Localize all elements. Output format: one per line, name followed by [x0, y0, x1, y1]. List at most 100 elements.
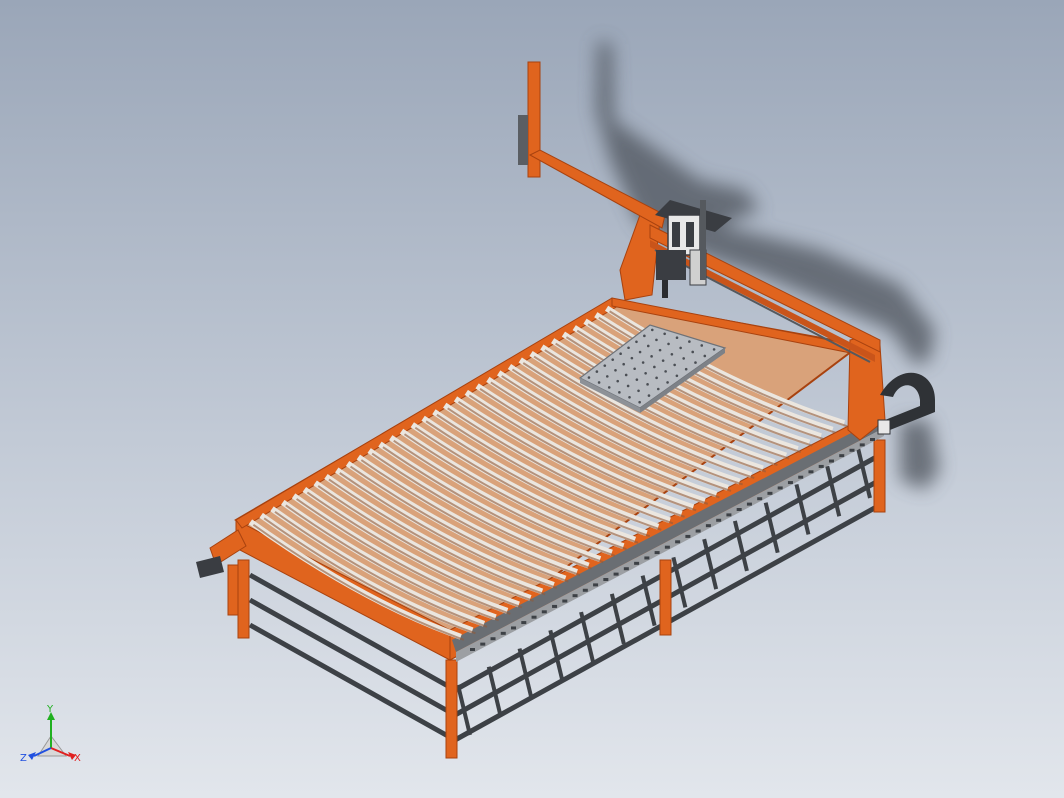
plate-hole [700, 344, 704, 347]
y-axis-label: Y [46, 704, 54, 715]
rack-tooth [552, 604, 558, 608]
rack-tooth [675, 540, 681, 544]
plate-hole [633, 367, 636, 371]
rack-tooth [839, 454, 845, 458]
plate-hole [666, 381, 669, 384]
plate-hole [656, 387, 660, 391]
plate-hole [691, 350, 695, 354]
plate-hole [603, 364, 607, 367]
plate-hole [675, 336, 679, 339]
z-axis-label: Z [20, 753, 27, 764]
plate-hole [595, 370, 599, 373]
plate-hole [650, 355, 653, 358]
rack-tooth [787, 481, 793, 485]
rack-tooth [521, 621, 527, 625]
plate-hole [638, 400, 641, 404]
rack-tooth [531, 615, 537, 619]
rack-tooth [623, 567, 629, 571]
rack-tooth [511, 626, 517, 630]
rack-tooth [541, 610, 547, 614]
rack-tooth [798, 475, 804, 479]
plate-hole [647, 394, 651, 397]
rack-tooth [613, 572, 619, 576]
plate-hole [643, 334, 646, 338]
plate-hole [653, 365, 656, 369]
plate-hole [658, 348, 662, 352]
plate-hole [644, 372, 647, 375]
rack-tooth [777, 486, 783, 490]
plate-hole [703, 354, 707, 358]
plate-hole [641, 361, 645, 364]
plate-hole [627, 346, 630, 350]
rack-tooth [685, 534, 691, 538]
rack-tooth [808, 470, 814, 474]
rack-tooth [870, 438, 875, 441]
rack-tooth [859, 443, 865, 447]
plate-hole [635, 340, 638, 344]
rack-tooth [490, 637, 496, 641]
plate-hole [622, 362, 625, 366]
rack-tooth [726, 513, 732, 517]
plate-hole [614, 368, 617, 372]
plate-hole [650, 328, 654, 332]
plate-hole [628, 395, 631, 399]
plate-hole [670, 352, 674, 356]
plate-hole [712, 348, 716, 351]
cad-viewport[interactable]: Y X Z [0, 0, 1064, 798]
rack-tooth [500, 631, 506, 635]
rack-tooth [695, 529, 701, 533]
plate-hole [635, 378, 639, 381]
plate-hole [673, 363, 676, 367]
rack-tooth [849, 448, 855, 452]
plate-hole [661, 359, 665, 362]
axis-triad: Y X Z [20, 704, 81, 764]
rack-tooth [654, 551, 660, 555]
rack-tooth [736, 508, 742, 511]
rack-tooth [470, 648, 475, 651]
rack-tooth [593, 583, 599, 587]
cnc-plasma-table-model[interactable] [0, 0, 1064, 798]
plate-hole [694, 361, 697, 364]
rack-tooth [562, 599, 568, 603]
plate-hole [655, 338, 658, 342]
rack-tooth [705, 524, 711, 528]
plate-hole [664, 370, 667, 373]
rack-tooth [572, 594, 578, 598]
plate-hole [626, 384, 630, 388]
plate-hole [597, 381, 601, 384]
rack-tooth [716, 518, 722, 522]
rack-tooth [603, 578, 609, 581]
rack-tooth [582, 588, 588, 592]
plate-hole [679, 346, 682, 350]
plate-hole [587, 376, 591, 379]
plate-hole [618, 391, 621, 394]
plate-hole [646, 383, 649, 386]
rack-tooth [757, 497, 763, 501]
plate-hole [624, 373, 628, 377]
rack-tooth [644, 556, 650, 560]
plate-hole [605, 375, 609, 378]
plate-hole [611, 358, 615, 361]
plate-hole [663, 332, 666, 336]
plate-hole [607, 386, 611, 389]
plate-hole [646, 344, 650, 348]
plate-hole [688, 340, 691, 343]
rack-tooth [828, 459, 834, 463]
plate-hole [637, 389, 640, 393]
plate-hole [667, 342, 670, 346]
x-axis-label: X [74, 753, 81, 764]
plate-hole [638, 350, 642, 354]
plate-hole [684, 367, 688, 371]
rack-tooth [480, 642, 486, 646]
plate-hole [616, 379, 620, 383]
rack-tooth [818, 464, 824, 468]
rack-tooth [664, 545, 670, 549]
plate-hole [630, 356, 634, 360]
rack-tooth [634, 561, 640, 565]
plate-hole [675, 374, 679, 378]
rack-tooth [746, 502, 752, 506]
plate-hole [619, 352, 622, 356]
plate-hole [655, 376, 658, 380]
plate-hole [682, 357, 685, 360]
rack-tooth [767, 491, 773, 495]
